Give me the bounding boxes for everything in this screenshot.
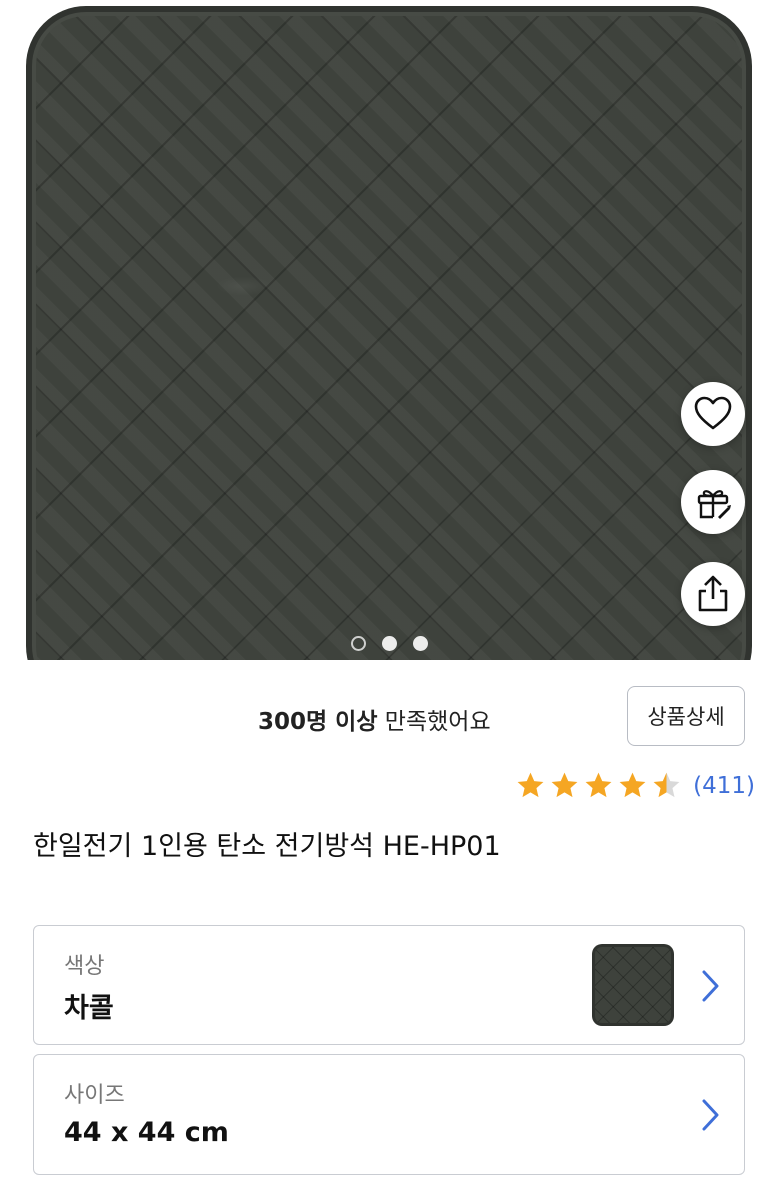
satisfaction-count: 300명 이상 [258,709,378,735]
review-count-link[interactable]: (411) [693,773,755,799]
product-image[interactable] [26,6,752,660]
satisfaction-text: 300명 이상 만족했어요 [258,702,491,736]
satisfaction-row: 300명 이상 만족했어요 상품상세 [0,686,779,748]
product-detail-button[interactable]: 상품상세 [627,686,745,746]
chevron-right-icon [702,970,719,1002]
rating[interactable]: (411) [515,770,755,801]
gallery-pagination [0,636,779,651]
star-icon [585,772,612,798]
size-option-value: 44 x 44 cm [64,1117,229,1148]
half-star-icon [653,772,680,798]
color-swatch-thumbnail [592,944,674,1026]
star-icon [517,772,544,798]
product-image-gallery[interactable] [0,0,779,660]
gallery-dot[interactable] [351,636,366,651]
share-icon [698,575,728,612]
gift-icon [697,490,731,519]
star-icon [619,772,646,798]
star-icon [551,772,578,798]
share-button[interactable] [681,562,745,626]
color-option-selector[interactable]: 색상 차콜 [33,925,745,1045]
size-option-label: 사이즈 [64,1083,125,1108]
size-option-selector[interactable]: 사이즈 44 x 44 cm [33,1054,745,1175]
gallery-dot[interactable] [413,636,428,651]
color-option-label: 색상 [64,954,105,979]
gallery-dot[interactable] [382,636,397,651]
color-option-value: 차콜 [64,993,114,1024]
heart-icon [694,396,732,430]
product-title: 한일전기 1인용 탄소 전기방석 HE-HP01 [33,831,501,862]
chevron-right-icon [702,1099,719,1131]
satisfaction-suffix: 만족했어요 [377,709,491,735]
gift-button[interactable] [681,470,745,534]
wishlist-button[interactable] [681,382,745,446]
